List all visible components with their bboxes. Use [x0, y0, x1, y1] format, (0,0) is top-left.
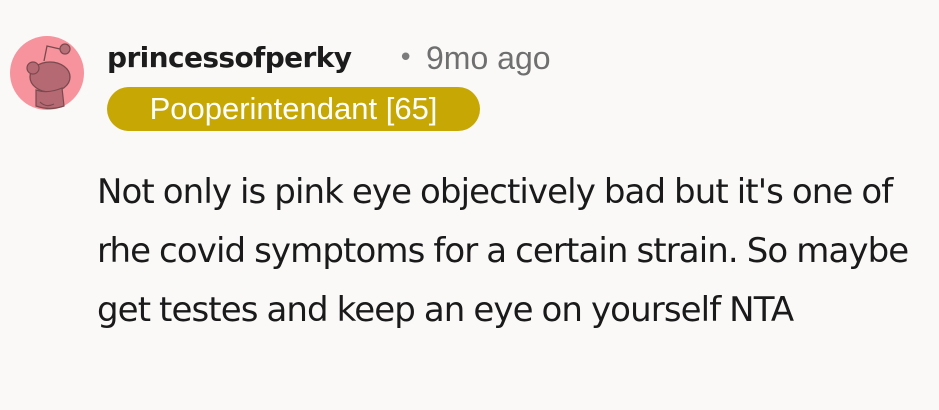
reddit-snoo-avatar-icon[interactable]	[10, 28, 84, 118]
user-flair-badge: Pooperintendant [65]	[107, 87, 480, 131]
comment-body: Not only is pink eye objectively bad but…	[97, 172, 909, 330]
comment: princessofperky • 9mo ago Pooperintendan…	[0, 0, 939, 410]
author-username[interactable]: princessofperky	[107, 38, 352, 78]
separator-dot: •	[398, 43, 414, 73]
comment-timestamp[interactable]: 9mo ago	[426, 38, 551, 78]
